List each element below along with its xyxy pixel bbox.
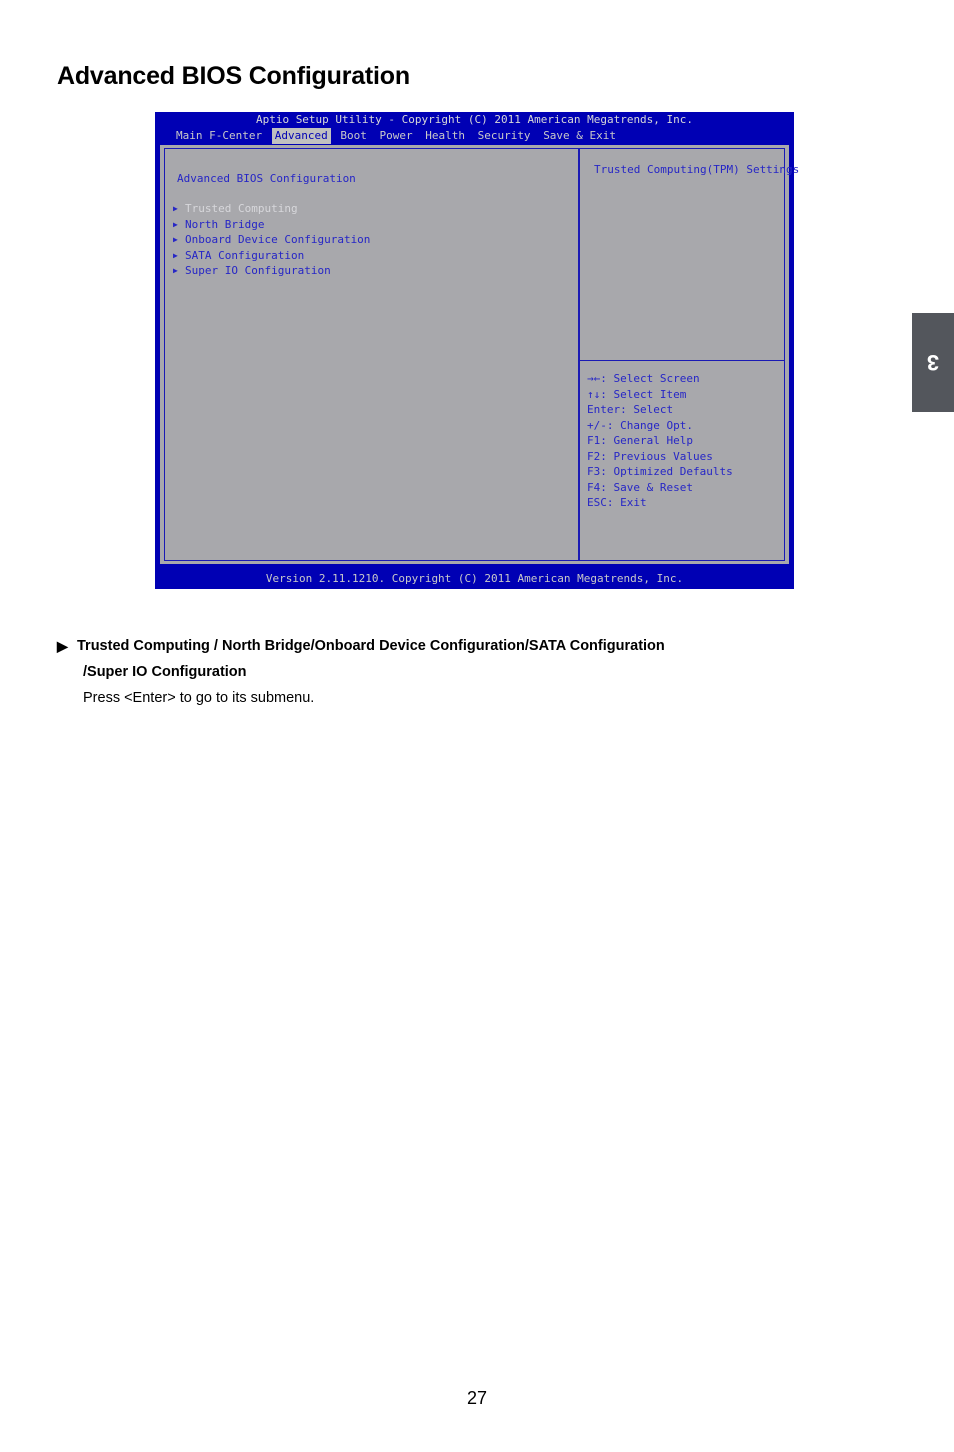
page-title: Advanced BIOS Configuration xyxy=(57,62,410,90)
submenu-arrow-icon: ▶ xyxy=(173,235,178,244)
submenu-arrow-icon: ▶ xyxy=(173,250,178,260)
bios-body: Advanced BIOS Configuration ▶ Trusted Com… xyxy=(160,145,799,564)
key-legend-change-opt: +/-: Change Opt. xyxy=(587,418,693,432)
key-legend-optimized-defaults: F3: Optimized Defaults xyxy=(587,465,733,478)
submenu-arrow-icon: ▶ xyxy=(173,219,178,229)
section-heading: Advanced BIOS Configuration xyxy=(177,172,356,185)
notes-section: ▶ Trusted Computing / North Bridge/Onboar… xyxy=(57,633,887,711)
page-number: 27 xyxy=(466,1388,488,1408)
bios-screenshot: Aptio Setup Utility - Copyright (C) 2011… xyxy=(155,112,799,589)
key-legend-previous-values: F2: Previous Values xyxy=(587,449,713,463)
key-legend-esc-exit: ESC: Exit xyxy=(587,496,647,509)
tab-save-and-exit[interactable]: Save & Exit xyxy=(540,128,619,144)
settings-panel: Advanced BIOS Configuration ▶ Trusted Com… xyxy=(164,148,579,561)
menu-item-north-bridge[interactable]: ▶ North Bridge xyxy=(171,217,571,233)
menu-item-label: Trusted Computing xyxy=(185,202,298,215)
bios-footer: Version 2.11.1210. Copyright (C) 2011 Am… xyxy=(265,572,684,585)
key-legend-general-help: F1: General Help xyxy=(587,434,693,447)
tab-main-f-center[interactable]: Main F-Center xyxy=(173,128,265,144)
menu-item-label: SATA Configuration xyxy=(185,248,305,262)
help-panel: Trusted Computing(TPM) Settings xyxy=(579,148,799,361)
tab-power[interactable]: Power xyxy=(376,128,415,144)
menu-item-label: Onboard Device Configuration xyxy=(185,233,371,246)
menu-item-sata-configuration[interactable]: ▶ SATA Configuration xyxy=(171,248,571,264)
tab-boot[interactable]: Boot xyxy=(337,128,370,144)
key-legend-select-item: ↑↓: Select Item xyxy=(587,387,687,401)
note-heading: ▶ Trusted Computing / North Bridge/Onboar… xyxy=(57,633,887,685)
menu-item-label: Super IO Configuration xyxy=(185,264,331,277)
key-legend-panel: →←: Select Screen ↑↓: Select Item Enter:… xyxy=(579,361,785,561)
tab-advanced[interactable]: Advanced xyxy=(271,128,331,144)
note-body: Press <Enter> to go to its submenu. xyxy=(83,690,315,706)
key-legend-enter-select: Enter: Select xyxy=(587,403,674,416)
settings-menu-list: ▶ Trusted Computing ▶ North Bridge ▶ Onboar… xyxy=(171,201,571,279)
bullet-arrow-icon: ▶ xyxy=(57,638,68,654)
key-legend-select-screen: →←: Select Screen xyxy=(587,372,700,385)
key-legend-list: →←: Select Screen ↑↓: Select Item Enter:… xyxy=(587,371,782,511)
menu-item-super-io-configuration[interactable]: ▶ Super IO Configuration xyxy=(171,263,571,279)
submenu-arrow-icon: ▶ xyxy=(173,266,178,275)
chapter-tab: 3 xyxy=(912,313,954,412)
submenu-arrow-icon: ▶ xyxy=(173,204,178,213)
note-heading-line-2: /Super IO Configuration xyxy=(83,664,247,680)
tab-health[interactable]: Health xyxy=(422,128,468,144)
chapter-tab-number: 3 xyxy=(926,350,940,376)
key-legend-save-and-reset: F4: Save & Reset xyxy=(587,480,693,494)
menu-item-trusted-computing[interactable]: ▶ Trusted Computing xyxy=(171,201,571,217)
sidebar-panel: Trusted Computing(TPM) Settings →←: Sele… xyxy=(579,148,799,561)
bios-titlebar: Aptio Setup Utility - Copyright (C) 2011… xyxy=(255,113,694,126)
bios-menubar: Main F-Center Advanced Boot Power Health… xyxy=(155,128,794,144)
help-text: Trusted Computing(TPM) Settings xyxy=(594,163,800,176)
note-heading-line-1: Trusted Computing / North Bridge/Onboard… xyxy=(77,638,665,654)
menu-item-label: North Bridge xyxy=(185,217,265,231)
tab-security[interactable]: Security xyxy=(475,128,534,144)
menu-item-onboard-device-configuration[interactable]: ▶ Onboard Device Configuration xyxy=(171,232,571,248)
